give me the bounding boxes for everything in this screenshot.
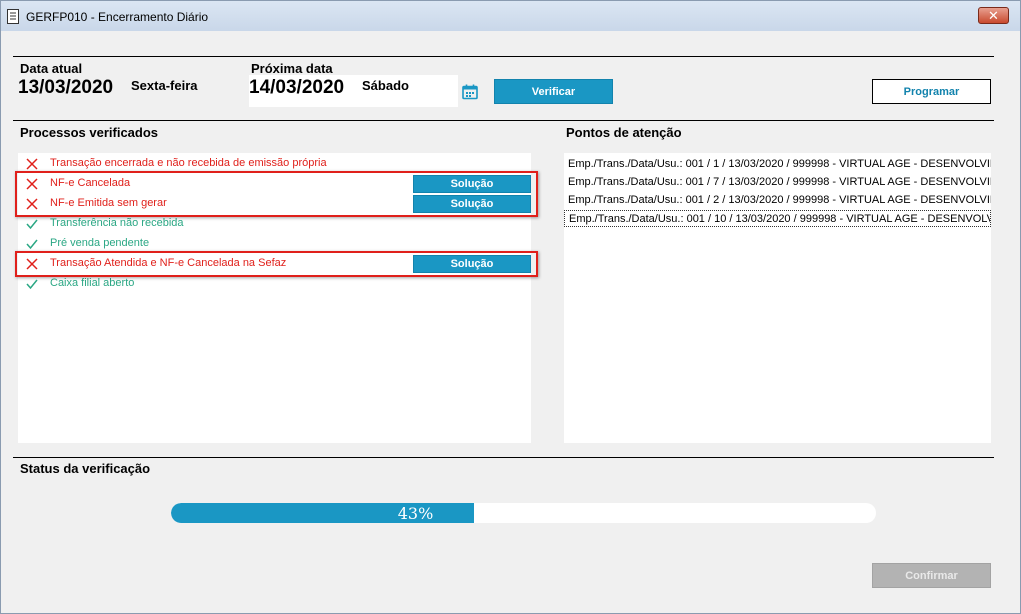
- process-label: Caixa filial aberto: [50, 277, 135, 289]
- check-icon: [26, 278, 38, 290]
- ponto-item[interactable]: Emp./Trans./Data/Usu.: 001 / 2 / 13/03/2…: [564, 192, 991, 209]
- status-title: Status da verificação: [20, 461, 151, 476]
- progress-text: 43%: [397, 504, 434, 523]
- window: GERFP010 - Encerramento Diário ✕ Data at…: [0, 0, 1021, 614]
- document-icon: [7, 9, 19, 24]
- progress-text-wrap: 43%: [171, 503, 876, 523]
- pontos-list[interactable]: Emp./Trans./Data/Usu.: 001 / 1 / 13/03/2…: [564, 153, 991, 443]
- close-button[interactable]: ✕: [978, 7, 1009, 24]
- confirmar-button[interactable]: Confirmar: [872, 563, 991, 588]
- processos-list[interactable]: Transação encerrada e não recebida de em…: [15, 153, 538, 443]
- confirmar-label: Confirmar: [905, 570, 958, 582]
- pontos-title: Pontos de atenção: [566, 125, 682, 140]
- proxima-data-value: 14/03/2020: [249, 77, 345, 98]
- verificar-button[interactable]: Verificar: [494, 79, 613, 104]
- process-label: Transação encerrada e não recebida de em…: [50, 157, 327, 169]
- window-title: GERFP010 - Encerramento Diário: [26, 10, 209, 24]
- verificar-label: Verificar: [531, 86, 576, 98]
- check-icon: [26, 218, 38, 230]
- programar-label: Programar: [903, 86, 960, 98]
- status-divider: [13, 457, 994, 458]
- process-row: Caixa filial aberto: [18, 274, 530, 294]
- data-atual-value: 13/03/2020: [18, 77, 114, 98]
- proxima-data-label: Próxima data: [251, 61, 333, 76]
- progress-bar: 43%: [171, 503, 876, 523]
- processos-title: Processos verificados: [20, 125, 159, 140]
- process-label: Transferência não recebida: [50, 217, 184, 229]
- close-icon: ✕: [988, 8, 999, 23]
- client-area: Data atual 13/03/2020 Sexta-feira Próxim…: [5, 31, 1016, 611]
- top-divider: [13, 56, 994, 57]
- proximo-dia-value: Sábado: [362, 78, 409, 93]
- dia-atual-value: Sexta-feira: [131, 78, 198, 93]
- ponto-item[interactable]: Emp./Trans./Data/Usu.: 001 / 1 / 13/03/2…: [564, 156, 991, 173]
- ponto-item[interactable]: Emp./Trans./Data/Usu.: 001 / 10 / 13/03/…: [564, 210, 991, 227]
- process-row: Transferência não recebida: [18, 214, 530, 234]
- calendar-icon[interactable]: [462, 84, 478, 100]
- data-atual-label: Data atual: [20, 61, 83, 76]
- title-bar[interactable]: GERFP010 - Encerramento Diário ✕: [1, 1, 1020, 31]
- programar-button[interactable]: Programar: [872, 79, 991, 104]
- check-icon: [26, 238, 38, 250]
- ponto-item[interactable]: Emp./Trans./Data/Usu.: 001 / 7 / 13/03/2…: [564, 174, 991, 191]
- middle-divider: [13, 120, 994, 121]
- fail-x-icon: [26, 158, 38, 170]
- highlight-box: [15, 251, 538, 277]
- process-label: Pré venda pendente: [50, 237, 150, 249]
- highlight-box: [15, 171, 538, 217]
- proxima-data-field[interactable]: 14/03/2020 Sábado: [249, 75, 458, 107]
